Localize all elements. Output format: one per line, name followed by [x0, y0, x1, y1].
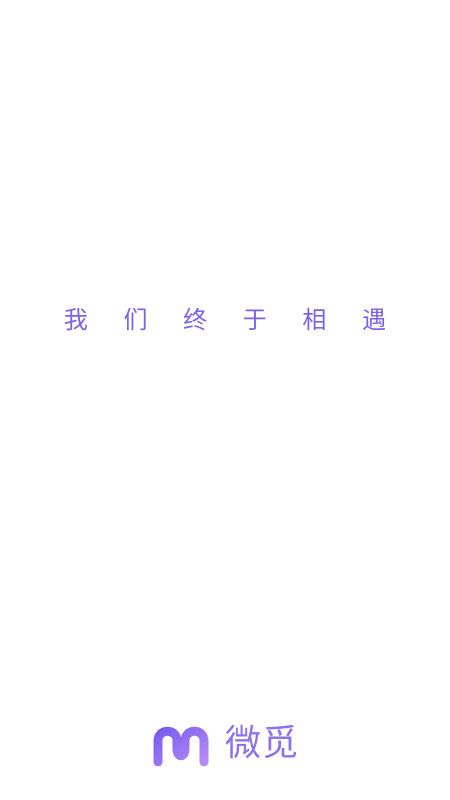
brand-name: 微觅 — [224, 723, 299, 764]
splash-screen: 我 们 终 于 相 遇 微觅 — [0, 0, 450, 800]
brand-lockup: 微觅 — [0, 719, 450, 769]
splash-slogan: 我 们 终 于 相 遇 — [63, 306, 401, 334]
wave-m-logo-icon — [153, 726, 209, 766]
